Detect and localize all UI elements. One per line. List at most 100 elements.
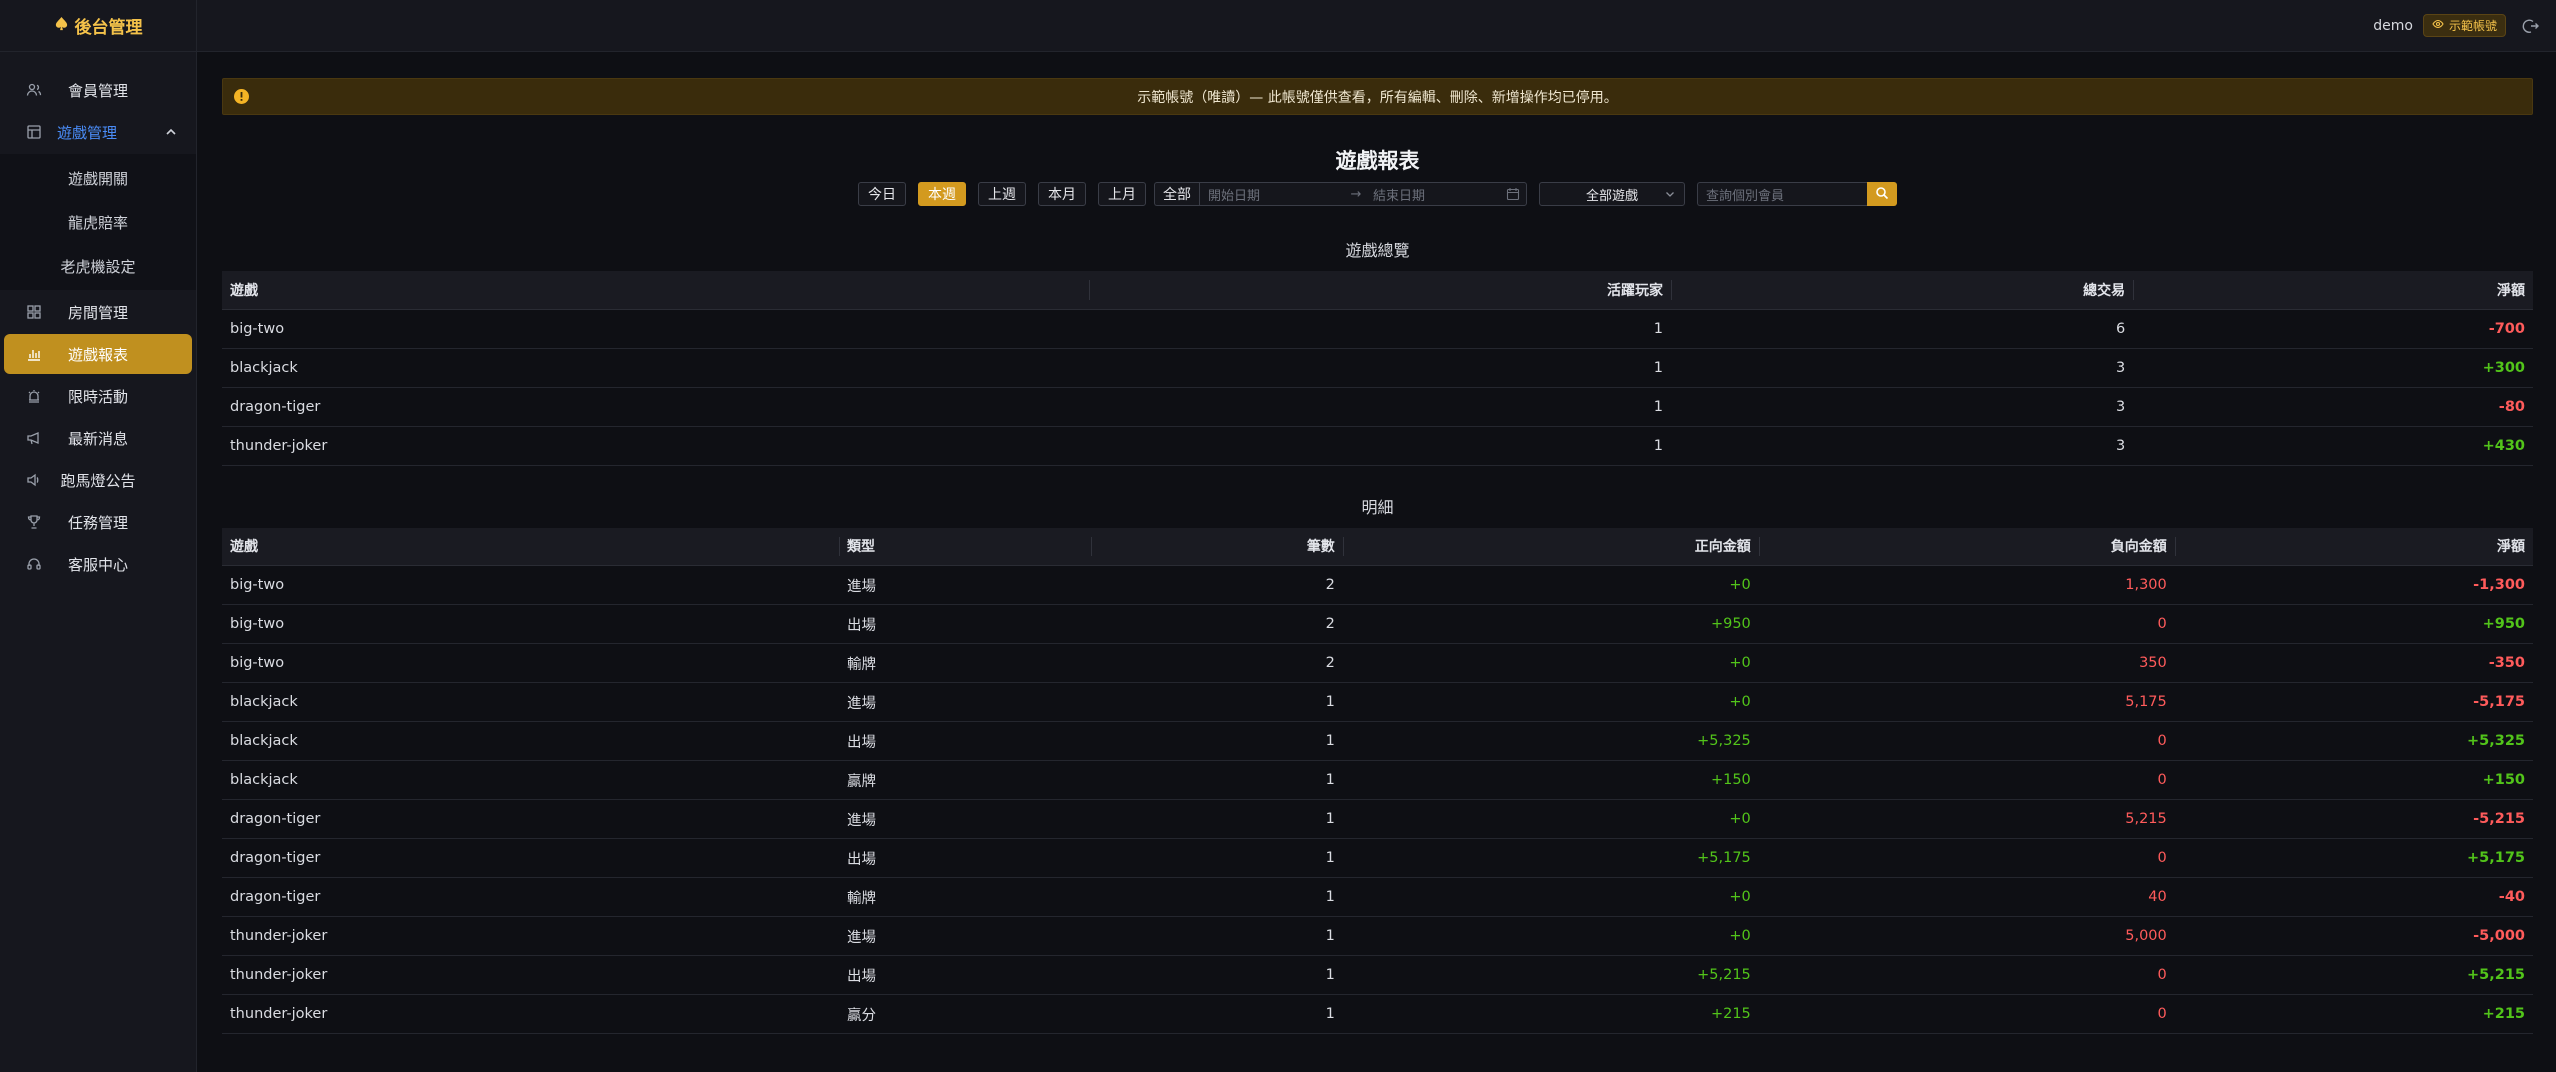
search-icon	[1875, 185, 1889, 204]
cell-net: +5,325	[2174, 721, 2533, 761]
cell-type: 進場	[839, 565, 1091, 605]
col-type[interactable]: 類型	[839, 527, 1091, 566]
col-game[interactable]: 遊戲	[222, 271, 1089, 310]
table-row[interactable]: thunder-joker 1 3 +430	[222, 426, 2533, 466]
game-select-value: 全部遊戲	[1585, 188, 1638, 204]
sidebar-nav: 會員管理 遊戲管理 遊戲開關 龍虎賠率 老虎機設定 房間管理 遊戲報表 限時活動…	[0, 52, 196, 584]
filter-today-button[interactable]: 今日	[858, 182, 906, 206]
col-positive[interactable]: 正向金額	[1342, 527, 1759, 566]
search-button[interactable]	[1867, 182, 1897, 206]
table-row[interactable]: thunder-joker 出場 1 +5,215 0 +5,215	[222, 955, 2533, 995]
start-date-input[interactable]: 開始日期	[1206, 185, 1341, 204]
member-search-input[interactable]: 查詢個別會員	[1697, 182, 1867, 206]
col-net[interactable]: 淨額	[2133, 271, 2533, 310]
cell-negative: 0	[1758, 721, 2175, 761]
filter-all-button[interactable]: 全部	[1154, 182, 1199, 206]
detail-title: 明細	[1361, 497, 1394, 517]
cell-trades: 3	[1670, 387, 2134, 427]
cell-negative: 1,300	[1758, 565, 2175, 605]
cell-net: -5,215	[2174, 799, 2533, 839]
table-row[interactable]: big-two 出場 2 +950 0 +950	[222, 604, 2533, 644]
cell-players: 1	[1088, 348, 1671, 388]
cell-net: +5,215	[2174, 955, 2533, 995]
sidebar-item-label: 會員管理	[67, 81, 128, 100]
table-row[interactable]: dragon-tiger 1 3 -80	[222, 387, 2533, 427]
sidebar-item-news[interactable]: 最新消息	[4, 418, 192, 458]
table-row[interactable]: dragon-tiger 出場 1 +5,175 0 +5,175	[222, 838, 2533, 878]
sidebar-subitem-dragon-tiger-odds[interactable]: 龍虎賠率	[0, 200, 196, 244]
filter-last-month-button[interactable]: 上月	[1098, 182, 1146, 206]
chevron-up-icon	[164, 125, 178, 139]
demo-badge: 示範帳號	[2422, 14, 2506, 37]
cell-type: 贏牌	[839, 760, 1091, 800]
cell-game: blackjack	[222, 760, 840, 800]
table-row[interactable]: blackjack 出場 1 +5,325 0 +5,325	[222, 721, 2533, 761]
cell-net: +300	[2133, 348, 2533, 388]
end-date-input[interactable]: 結束日期	[1371, 185, 1506, 204]
sidebar-item-events[interactable]: 限時活動	[4, 376, 192, 416]
cell-game: blackjack	[222, 721, 840, 761]
sidebar-item-games[interactable]: 遊戲管理	[4, 112, 192, 152]
app: 後台管理 會員管理 遊戲管理 遊戲開關 龍虎賠率 老虎機設定 房間管理 遊戲報表…	[0, 0, 2556, 1072]
sidebar-item-game-report[interactable]: 遊戲報表	[4, 334, 192, 374]
cell-type: 出場	[839, 604, 1091, 644]
brand[interactable]: 後台管理	[0, 0, 196, 52]
games-submenu: 遊戲開關 龍虎賠率 老虎機設定	[0, 154, 196, 290]
sidebar-item-marquee[interactable]: 跑馬燈公告	[4, 460, 192, 500]
cell-type: 出場	[839, 955, 1091, 995]
logout-icon[interactable]	[2522, 17, 2540, 35]
date-range-picker[interactable]: 開始日期 → 結束日期	[1199, 182, 1527, 206]
table-row[interactable]: dragon-tiger 進場 1 +0 5,215 -5,215	[222, 799, 2533, 839]
col-net[interactable]: 淨額	[2174, 527, 2533, 566]
table-row[interactable]: big-two 1 6 -700	[222, 309, 2533, 349]
page-title: 遊戲報表	[1335, 149, 1420, 173]
col-trades[interactable]: 總交易	[1670, 271, 2134, 310]
sidebar-item-tasks[interactable]: 任務管理	[4, 502, 192, 542]
table-row[interactable]: blackjack 贏牌 1 +150 0 +150	[222, 760, 2533, 800]
cell-positive: +0	[1342, 799, 1759, 839]
cell-negative: 350	[1758, 643, 2175, 683]
sidebar-subitem-slot-settings[interactable]: 老虎機設定	[0, 244, 196, 288]
cell-net: -700	[2133, 309, 2533, 349]
cell-type: 贏分	[839, 994, 1091, 1034]
filter-this-week-button[interactable]: 本週	[918, 182, 966, 206]
cell-negative: 0	[1758, 994, 2175, 1034]
cell-players: 1	[1088, 309, 1671, 349]
sidebar-subitem-game-switch[interactable]: 遊戲開關	[0, 156, 196, 200]
table-row[interactable]: blackjack 1 3 +300	[222, 348, 2533, 388]
sidebar: 後台管理 會員管理 遊戲管理 遊戲開關 龍虎賠率 老虎機設定 房間管理 遊戲報表…	[0, 0, 197, 1072]
detail-header-row: 遊戲 類型 筆數 正向金額 負向金額 淨額	[222, 527, 2533, 566]
sidebar-item-members[interactable]: 會員管理	[4, 70, 192, 110]
sidebar-item-support[interactable]: 客服中心	[4, 544, 192, 584]
game-select[interactable]: 全部遊戲	[1539, 182, 1685, 206]
date-range-group: 全部 開始日期 → 結束日期	[1154, 182, 1527, 206]
sidebar-item-label: 任務管理	[67, 513, 128, 532]
cell-positive: +0	[1342, 643, 1759, 683]
cell-positive: +0	[1342, 877, 1759, 917]
filter-this-month-button[interactable]: 本月	[1038, 182, 1086, 206]
cell-type: 輸牌	[839, 877, 1091, 917]
cell-net: -350	[2174, 643, 2533, 683]
cell-game: big-two	[222, 604, 840, 644]
filter-last-week-button[interactable]: 上週	[978, 182, 1026, 206]
col-game[interactable]: 遊戲	[222, 527, 840, 566]
sidebar-item-rooms[interactable]: 房間管理	[4, 292, 192, 332]
table-row[interactable]: thunder-joker 贏分 1 +215 0 +215	[222, 994, 2533, 1034]
col-count[interactable]: 筆數	[1090, 527, 1343, 566]
sidebar-item-label: 房間管理	[67, 303, 128, 322]
cell-game: thunder-joker	[222, 994, 840, 1034]
content: 示範帳號（唯讀）— 此帳號僅供查看，所有編輯、刪除、新增操作均已停用。 遊戲報表…	[197, 52, 2556, 1034]
cell-type: 進場	[839, 916, 1091, 956]
table-row[interactable]: thunder-joker 進場 1 +0 5,000 -5,000	[222, 916, 2533, 956]
cell-count: 1	[1090, 760, 1343, 800]
cell-positive: +150	[1342, 760, 1759, 800]
cell-count: 2	[1090, 565, 1343, 605]
col-negative[interactable]: 負向金額	[1758, 527, 2175, 566]
col-players[interactable]: 活躍玩家	[1088, 271, 1671, 310]
table-row[interactable]: big-two 輸牌 2 +0 350 -350	[222, 643, 2533, 683]
cell-type: 出場	[839, 721, 1091, 761]
table-row[interactable]: big-two 進場 2 +0 1,300 -1,300	[222, 565, 2533, 605]
table-row[interactable]: dragon-tiger 輸牌 1 +0 40 -40	[222, 877, 2533, 917]
sidebar-item-label: 遊戲報表	[67, 345, 128, 364]
table-row[interactable]: blackjack 進場 1 +0 5,175 -5,175	[222, 682, 2533, 722]
